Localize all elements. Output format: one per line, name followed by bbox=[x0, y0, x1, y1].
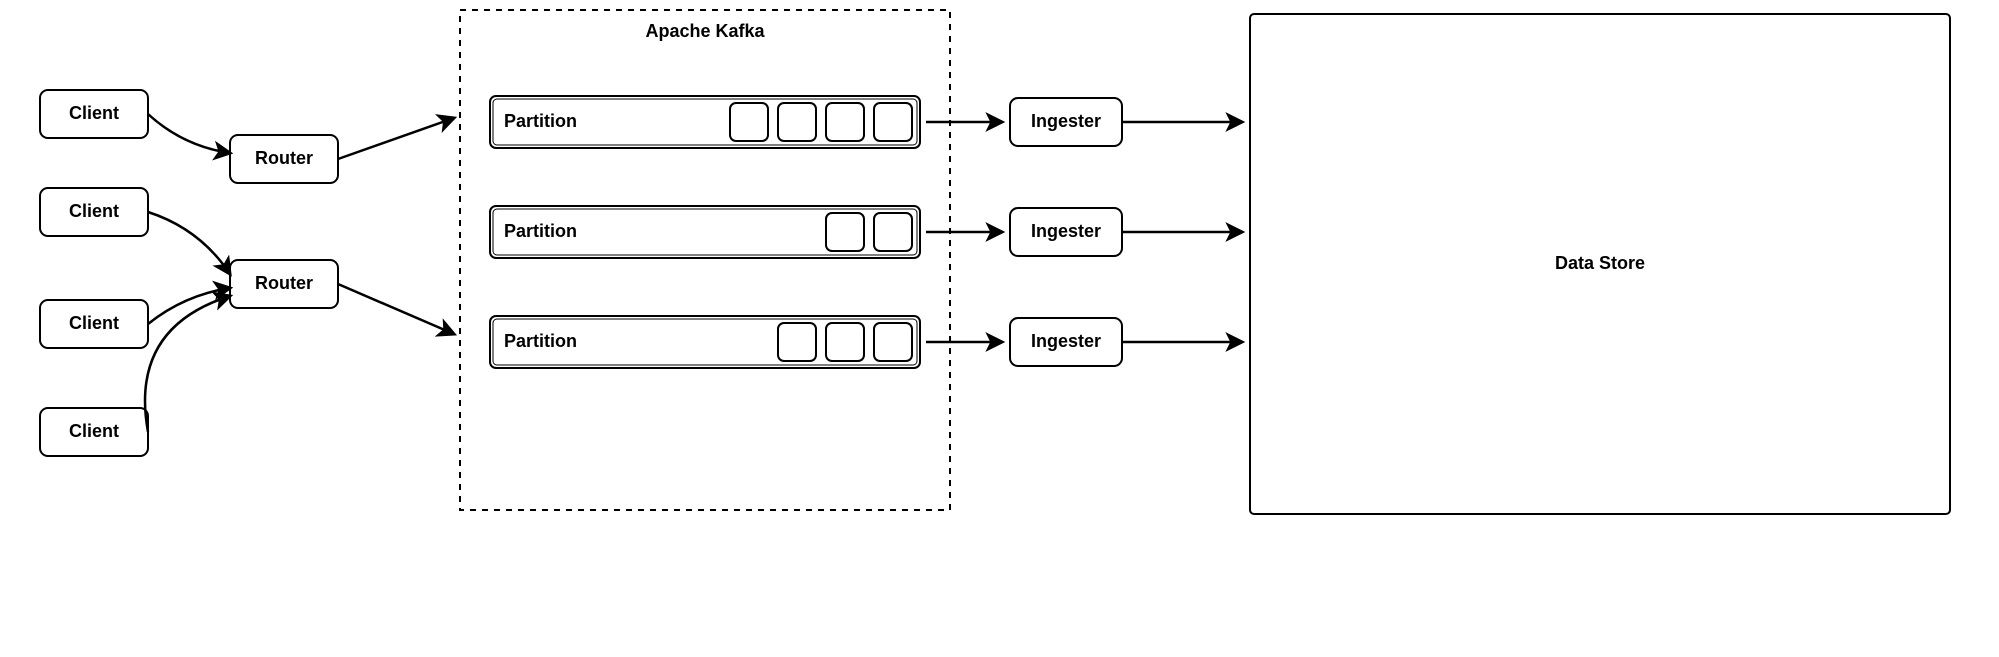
arrow-router0-kafka bbox=[338, 118, 454, 159]
partition-2-msg-0 bbox=[778, 323, 816, 361]
partition-label-0: Partition bbox=[504, 111, 577, 131]
partition-2-msg-2 bbox=[874, 323, 912, 361]
arrow-client1-router1 bbox=[148, 212, 230, 274]
arrow-router1-kafka bbox=[338, 284, 454, 334]
partition-0-msg-2 bbox=[826, 103, 864, 141]
arrow-client2-router1 bbox=[148, 288, 230, 324]
partition-0-msg-1 bbox=[778, 103, 816, 141]
arrow-client0-router0 bbox=[148, 114, 230, 153]
partition-2-msg-1 bbox=[826, 323, 864, 361]
client-label-0: Client bbox=[69, 103, 119, 123]
partition-1-msg-0 bbox=[826, 213, 864, 251]
router-label-0: Router bbox=[255, 148, 313, 168]
ingester-label-2: Ingester bbox=[1031, 331, 1101, 351]
router-label-1: Router bbox=[255, 273, 313, 293]
partition-0-msg-0 bbox=[730, 103, 768, 141]
architecture-diagram: Client Client Client Client Router Router Apac… bbox=[0, 0, 1999, 657]
partition-0-msg-3 bbox=[874, 103, 912, 141]
client-label-1: Client bbox=[69, 201, 119, 221]
partition-label-2: Partition bbox=[504, 331, 577, 351]
kafka-title: Apache Kafka bbox=[645, 21, 765, 41]
ingester-label-1: Ingester bbox=[1031, 221, 1101, 241]
client-label-3: Client bbox=[69, 421, 119, 441]
partition-label-1: Partition bbox=[504, 221, 577, 241]
client-label-2: Client bbox=[69, 313, 119, 333]
ingester-label-0: Ingester bbox=[1031, 111, 1101, 131]
partition-1-msg-1 bbox=[874, 213, 912, 251]
kafka-container bbox=[460, 10, 950, 510]
datastore-label: Data Store bbox=[1555, 253, 1645, 273]
